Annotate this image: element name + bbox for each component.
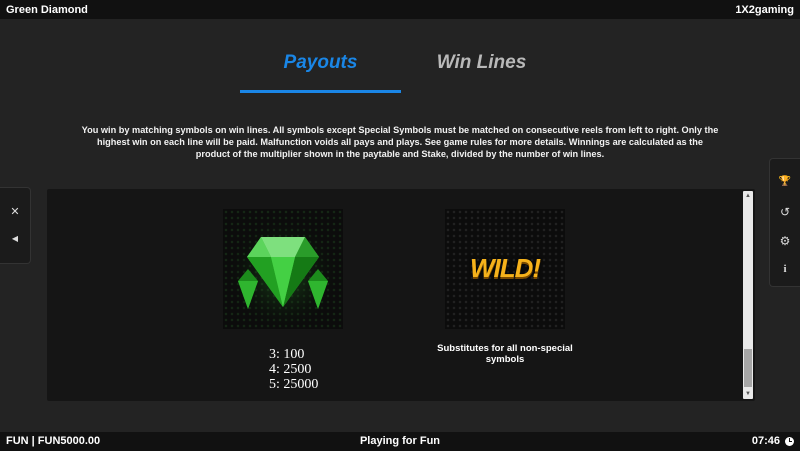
paytable-description: You win by matching symbols on win lines… — [81, 125, 719, 159]
scroll-thumb[interactable] — [744, 349, 752, 387]
clock-icon — [785, 436, 794, 446]
payout-3: 3: 100 — [269, 347, 305, 362]
wild-symbol-card: WILD! — [445, 209, 565, 329]
right-side-panel: 🏆 ↺ ⚙ i — [769, 158, 800, 287]
back-icon[interactable]: ◀ — [0, 234, 30, 243]
payout-5: 5: 25000 — [269, 377, 319, 392]
wild-logo: WILD! — [469, 253, 541, 283]
scrollbar[interactable]: ▲ ▼ — [743, 191, 753, 399]
payout-4: 4: 2500 — [269, 362, 312, 377]
provider-name: 1X2gaming — [735, 3, 794, 16]
scroll-up-arrow-icon[interactable]: ▲ — [743, 191, 753, 201]
green-diamond-symbol-card — [223, 209, 343, 329]
trophy-icon[interactable]: 🏆 — [770, 176, 800, 187]
top-bar: Green Diamond 1X2gaming — [0, 0, 800, 19]
active-tab-indicator — [240, 90, 401, 93]
paytable-tabs: Payouts Win Lines — [0, 50, 800, 95]
green-diamond-payouts: 3: 100 4: 2500 5: 25000 — [269, 347, 318, 392]
bottom-bar: FUN | FUN5000.00 Playing for Fun 07:46 — [0, 432, 800, 451]
tab-win-lines[interactable]: Win Lines — [401, 52, 562, 74]
time-text: 07:46 — [751, 435, 780, 447]
gear-icon[interactable]: ⚙ — [770, 234, 800, 248]
tab-payouts[interactable]: Payouts — [240, 52, 401, 74]
left-side-panel: ✕ ◀ — [0, 187, 31, 264]
close-icon[interactable]: ✕ — [0, 205, 30, 218]
clock-display: 07:46 — [752, 435, 794, 447]
scroll-down-arrow-icon[interactable]: ▼ — [743, 389, 753, 399]
game-title: Green Diamond — [6, 3, 88, 16]
symbols-panel: 3: 100 4: 2500 5: 25000 WILD! Substitute… — [47, 189, 755, 401]
green-diamond-icon — [223, 209, 343, 329]
wild-description: Substitutes for all non-special symbols — [437, 343, 573, 365]
info-icon[interactable]: i — [770, 263, 800, 275]
play-mode-status: Playing for Fun — [359, 435, 441, 447]
history-icon[interactable]: ↺ — [770, 205, 800, 219]
